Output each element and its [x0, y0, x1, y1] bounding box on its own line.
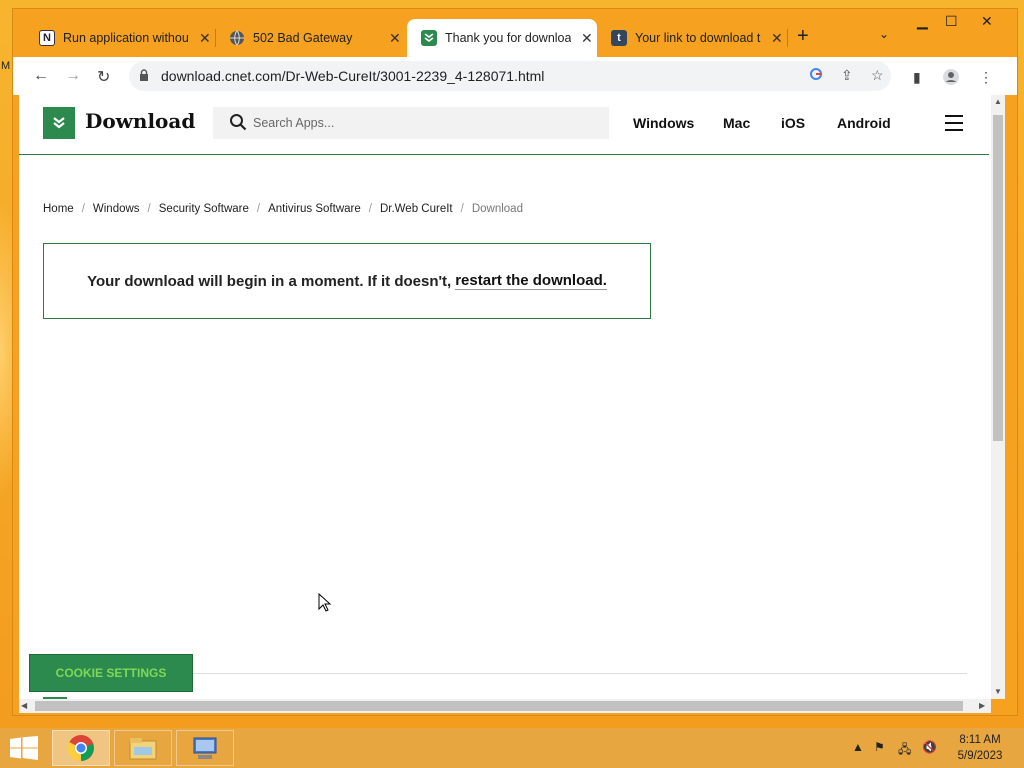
search-icon: [230, 114, 247, 131]
tray-overflow-chevron-icon[interactable]: ▲: [852, 740, 864, 754]
vertical-scrollbar[interactable]: ▲ ▼: [991, 95, 1005, 699]
taskbar-remote-desktop[interactable]: [176, 730, 234, 766]
tab-thank-you-download[interactable]: Thank you for downloa ✕: [407, 19, 597, 57]
mouse-cursor-icon: [318, 593, 332, 612]
globe-icon: [229, 30, 245, 46]
taskbar-clock[interactable]: 8:11 AM 5/9/2023: [950, 732, 1010, 764]
page-viewport: Download Windows Mac iOS Android Home / …: [19, 95, 997, 699]
breadcrumb-windows[interactable]: Windows: [93, 203, 140, 215]
close-icon[interactable]: ✕: [199, 30, 211, 47]
tab-separator: [787, 29, 788, 47]
new-tab-button[interactable]: +: [797, 25, 809, 48]
hamburger-menu-icon[interactable]: [945, 115, 963, 131]
computer-icon: [193, 737, 217, 759]
menu-dots-icon[interactable]: ⋮: [979, 69, 993, 86]
breadcrumb-antivirus-software[interactable]: Antivirus Software: [268, 203, 361, 215]
close-icon[interactable]: ✕: [581, 30, 593, 47]
maximize-icon[interactable]: ☐: [945, 13, 958, 30]
breadcrumb-separator: /: [460, 203, 464, 215]
close-icon[interactable]: ✕: [389, 30, 401, 47]
nav-android[interactable]: Android: [837, 115, 891, 131]
breadcrumb: Home / Windows / Security Software / Ant…: [43, 203, 523, 215]
tab-search-chevron-icon[interactable]: ⌄: [879, 27, 889, 41]
breadcrumb-drweb-cureit[interactable]: Dr.Web CureIt: [380, 203, 453, 215]
close-window-icon[interactable]: ✕: [981, 13, 993, 30]
breadcrumb-separator: /: [81, 203, 85, 215]
notion-icon: N: [39, 30, 55, 46]
windows-start-icon[interactable]: [10, 736, 38, 760]
breadcrumb-separator: /: [147, 203, 151, 215]
tab-title: Thank you for downloa: [445, 31, 571, 45]
folder-icon: [129, 738, 157, 760]
back-arrow-icon[interactable]: ←: [33, 67, 49, 85]
scroll-up-arrow-icon[interactable]: ▲: [994, 97, 1002, 106]
breadcrumb-security-software[interactable]: Security Software: [159, 203, 249, 215]
notice-text: Your download will begin in a moment. If…: [87, 272, 452, 290]
browser-titlebar: N Run application without ✕ 502 Bad Gate…: [13, 9, 1017, 57]
network-icon[interactable]: 🖧: [898, 740, 911, 761]
breadcrumb-separator: /: [368, 203, 372, 215]
browser-window: N Run application without ✕ 502 Bad Gate…: [12, 8, 1018, 716]
restart-download-link[interactable]: restart the download.: [455, 272, 607, 290]
scroll-left-arrow-icon[interactable]: ◀: [21, 701, 27, 710]
nav-windows[interactable]: Windows: [633, 115, 694, 131]
horizontal-scroll-thumb[interactable]: [35, 701, 963, 711]
minimize-icon[interactable]: ▁: [917, 13, 928, 30]
tab-your-link[interactable]: t Your link to download t ✕: [597, 19, 785, 57]
download-icon: [421, 30, 437, 46]
address-bar[interactable]: download.cnet.com/Dr-Web-CureIt/3001-223…: [129, 61, 891, 91]
tab-title: Your link to download t: [635, 31, 761, 45]
clock-date: 5/9/2023: [957, 750, 1003, 762]
breadcrumb-current: Download: [471, 203, 523, 215]
scroll-right-arrow-icon[interactable]: ▶: [979, 701, 985, 710]
action-center-flag-icon[interactable]: ⚑: [874, 740, 885, 754]
search-input[interactable]: [253, 107, 593, 139]
nav-ios[interactable]: iOS: [781, 115, 805, 131]
tab-502-bad-gateway[interactable]: 502 Bad Gateway ✕: [215, 19, 403, 57]
tumblr-icon: t: [611, 30, 627, 46]
close-icon[interactable]: ✕: [771, 30, 783, 47]
browser-toolbar: ← → ↻ download.cnet.com/Dr-Web-CureIt/30…: [13, 57, 1017, 95]
site-logo-text[interactable]: Download: [85, 109, 195, 133]
profile-avatar-icon[interactable]: [943, 69, 959, 88]
vertical-scroll-thumb[interactable]: [993, 115, 1003, 441]
nav-mac[interactable]: Mac: [723, 115, 750, 131]
share-icon[interactable]: ⇪: [841, 67, 853, 84]
volume-muted-icon[interactable]: 🔇: [922, 740, 937, 754]
taskbar: ▲ ⚑ 🖧 🔇 8:11 AM 5/9/2023: [0, 728, 1024, 768]
tab-title: Run application without: [63, 31, 189, 45]
lock-icon: [140, 69, 148, 81]
horizontal-scrollbar[interactable]: ◀ ▶: [19, 699, 991, 713]
bookmark-star-icon[interactable]: ☆: [871, 67, 884, 84]
taskbar-chrome[interactable]: [52, 730, 110, 766]
forward-arrow-icon[interactable]: →: [65, 67, 81, 85]
scroll-down-arrow-icon[interactable]: ▼: [994, 687, 1002, 696]
taskbar-file-explorer[interactable]: [114, 730, 172, 766]
reload-icon[interactable]: ↻: [97, 67, 110, 87]
chrome-icon: [67, 735, 94, 762]
clock-time: 8:11 AM: [959, 734, 1001, 746]
site-header: Download Windows Mac iOS Android: [19, 95, 989, 155]
url-text: download.cnet.com/Dr-Web-CureIt/3001-223…: [161, 68, 545, 84]
tab-title: 502 Bad Gateway: [253, 31, 353, 45]
download-notice: Your download will begin in a moment. If…: [43, 243, 651, 319]
breadcrumb-separator: /: [256, 203, 261, 215]
sidebar-icon[interactable]: ▮: [913, 69, 921, 86]
cookie-settings-button[interactable]: COOKIE SETTINGS: [29, 654, 193, 692]
tab-run-application[interactable]: N Run application without ✕: [25, 19, 213, 57]
google-lens-icon[interactable]: [809, 67, 823, 84]
site-search[interactable]: [213, 107, 609, 139]
download-logo-icon[interactable]: [43, 107, 75, 139]
breadcrumb-home[interactable]: Home: [43, 203, 74, 215]
desktop-edge-letter: M: [1, 60, 11, 72]
